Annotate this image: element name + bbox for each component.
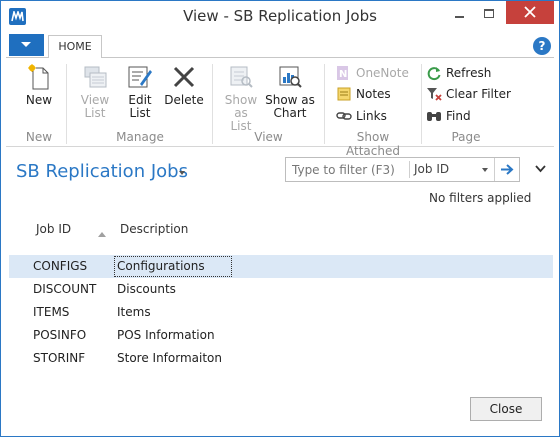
app-logo-icon — [9, 8, 26, 25]
cell-description: Items — [117, 305, 151, 319]
close-window-button[interactable] — [506, 1, 554, 24]
sort-ascending-icon — [98, 232, 106, 237]
chevron-down-icon[interactable] — [535, 165, 546, 173]
new-icon — [28, 64, 49, 90]
edit-list-label-2: List — [129, 106, 151, 120]
notes-icon — [337, 87, 351, 101]
group-label-page: Page — [451, 130, 481, 144]
edit-list-icon — [128, 66, 152, 88]
apply-filter-button[interactable] — [494, 158, 520, 181]
filter-field-select[interactable]: Job ID — [414, 158, 489, 181]
links-button[interactable]: Links — [336, 107, 387, 125]
table-row[interactable]: ITEMS Items — [9, 301, 553, 324]
onenote-button[interactable]: N OneNote — [336, 64, 409, 82]
ribbon: New New View List Edit List Delete Manag… — [6, 57, 554, 158]
filter-box: Job ID — [285, 157, 520, 182]
onenote-icon: N — [337, 66, 348, 80]
refresh-button[interactable]: Refresh — [426, 64, 491, 82]
new-button[interactable]: New — [18, 64, 60, 107]
clear-filter-label: Clear Filter — [446, 87, 511, 101]
cell-description: Discounts — [117, 282, 176, 296]
cell-description[interactable]: Configurations — [114, 256, 232, 277]
show-as-chart-button[interactable]: Show as Chart — [265, 64, 315, 120]
notes-button[interactable]: Notes — [336, 85, 391, 103]
show-as-chart-label-2: Chart — [273, 106, 307, 120]
show-as-list-button[interactable]: Show as List — [222, 64, 260, 133]
notes-label: Notes — [356, 87, 391, 101]
window: View - SB Replication Jobs HOME ? New Ne… — [0, 0, 560, 437]
tab-home[interactable]: HOME — [48, 35, 102, 58]
ribbon-separator — [421, 64, 422, 144]
filter-divider — [409, 161, 410, 178]
maximize-icon — [484, 9, 494, 18]
delete-label: Delete — [164, 93, 204, 107]
refresh-icon — [427, 67, 441, 81]
column-header-description[interactable]: Description — [120, 222, 188, 236]
find-button[interactable]: Find — [426, 107, 471, 125]
arrow-right-icon — [501, 164, 514, 175]
file-menu-button[interactable] — [9, 34, 44, 56]
filter-field-dropdown-icon[interactable] — [482, 168, 488, 172]
table-row[interactable]: POSINFO POS Information — [9, 324, 553, 347]
minimize-button[interactable] — [445, 2, 473, 24]
chevron-down-icon — [21, 42, 31, 47]
table-row[interactable]: CONFIGS Configurations — [9, 255, 553, 278]
no-filters-text: No filters applied — [429, 191, 532, 205]
cell-description: Store Informaiton — [117, 351, 222, 365]
group-label-new: New — [25, 130, 53, 144]
clear-filter-icon — [427, 88, 442, 101]
view-list-icon — [84, 66, 107, 88]
table-row[interactable]: DISCOUNT Discounts — [9, 278, 553, 301]
show-as-chart-icon — [279, 66, 302, 88]
ribbon-separator — [324, 64, 325, 144]
minimize-icon — [455, 16, 464, 18]
edit-list-button[interactable]: Edit List — [121, 64, 159, 120]
find-icon — [427, 112, 441, 121]
ribbon-separator — [66, 64, 67, 144]
filter-input[interactable] — [286, 158, 408, 181]
view-list-button[interactable]: View List — [76, 64, 114, 120]
new-label: New — [25, 93, 53, 107]
view-list-label-2: List — [84, 106, 106, 120]
group-label-show-attached: Show Attached — [346, 130, 400, 158]
links-label: Links — [356, 109, 387, 123]
show-as-list-icon — [230, 66, 253, 88]
title-bar: View - SB Replication Jobs — [1, 1, 559, 32]
page-title: SB Replication Jobs — [16, 161, 188, 182]
cell-job-id: ITEMS — [33, 305, 70, 319]
cell-description: POS Information — [117, 328, 215, 342]
maximize-button[interactable] — [475, 2, 503, 24]
svg-text:N: N — [339, 69, 347, 80]
find-label: Find — [446, 109, 471, 123]
cell-job-id: POSINFO — [33, 328, 87, 342]
group-label-manage: Manage — [116, 130, 164, 144]
links-icon — [336, 112, 352, 120]
close-icon — [524, 6, 536, 18]
group-label-view: View — [254, 130, 283, 144]
cell-job-id: DISCOUNT — [33, 282, 97, 296]
help-icon[interactable]: ? — [533, 37, 551, 55]
column-header-job-id[interactable]: Job ID — [36, 222, 71, 236]
page-title-dropdown-icon[interactable] — [179, 171, 185, 175]
delete-button[interactable]: Delete — [164, 64, 204, 107]
table-row[interactable]: STORINF Store Informaiton — [9, 347, 553, 370]
cell-job-id: STORINF — [33, 351, 86, 365]
delete-icon — [173, 66, 195, 88]
clear-filter-button[interactable]: Clear Filter — [426, 85, 511, 103]
table-body: CONFIGS Configurations DISCOUNT Discount… — [9, 255, 553, 370]
onenote-label: OneNote — [356, 66, 409, 80]
refresh-label: Refresh — [446, 66, 492, 80]
cell-job-id: CONFIGS — [33, 259, 88, 273]
ribbon-separator — [212, 64, 213, 144]
close-button[interactable]: Close — [470, 397, 542, 421]
